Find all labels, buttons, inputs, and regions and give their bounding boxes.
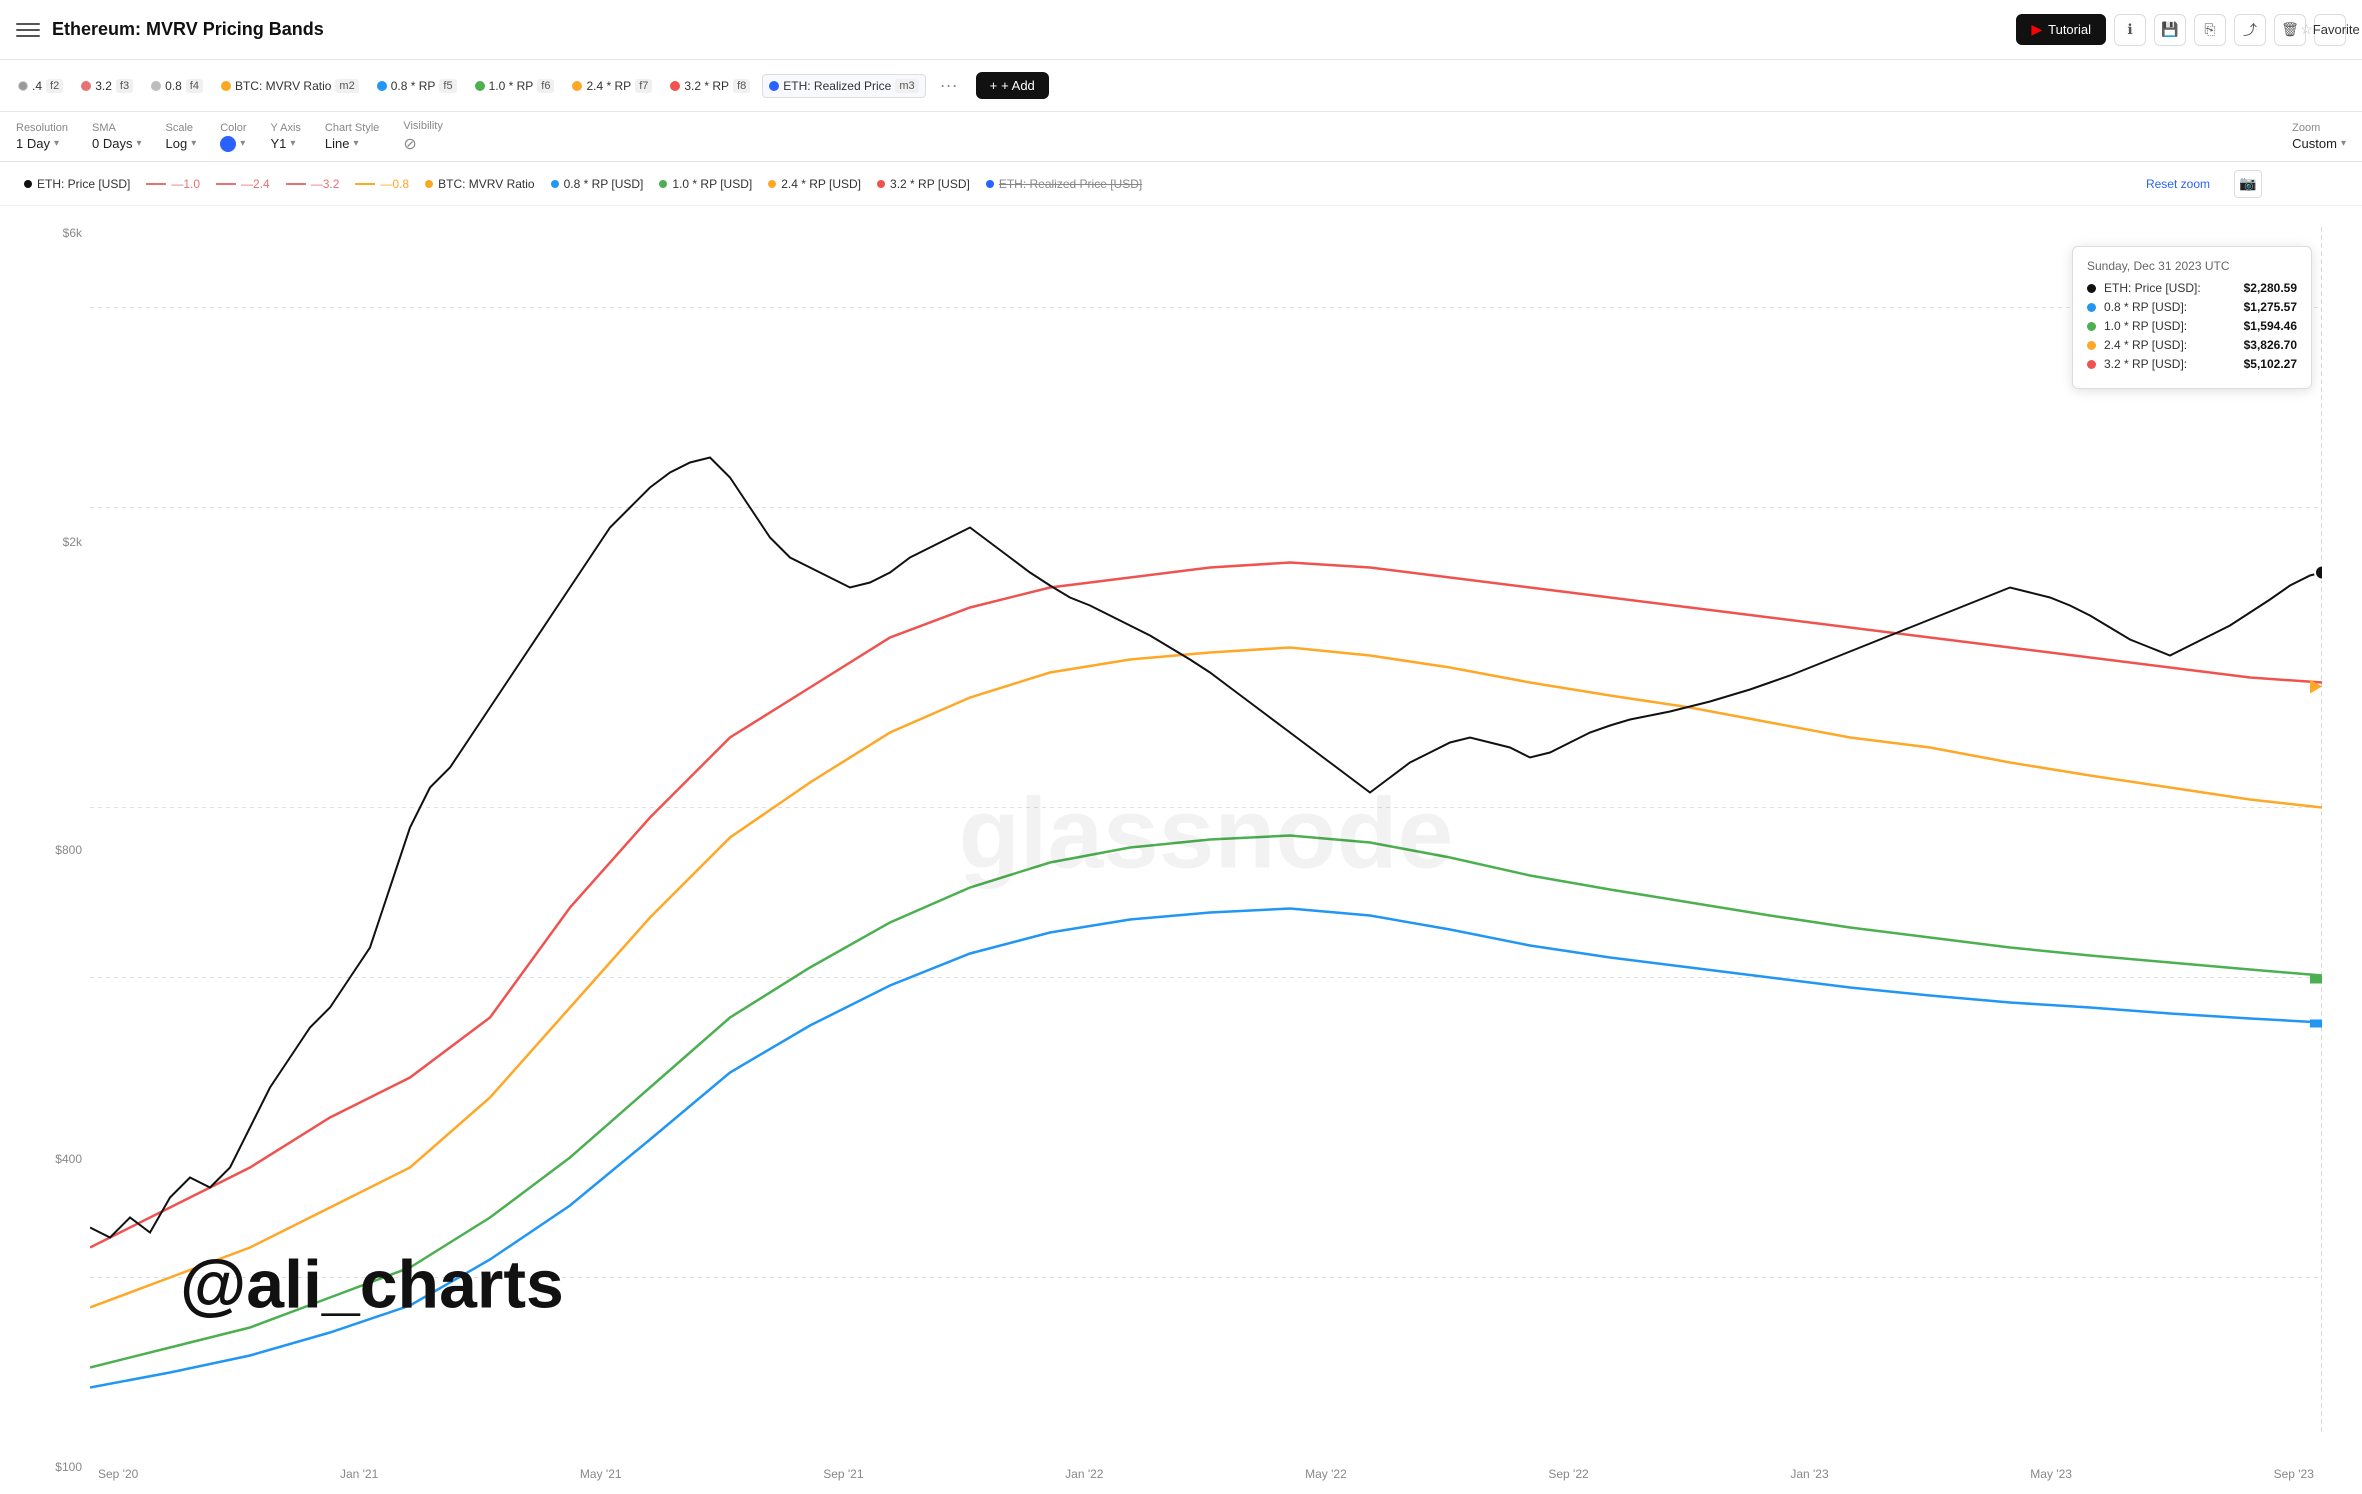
info-button[interactable]: ℹ: [2114, 14, 2146, 46]
legend-dash: [355, 183, 375, 185]
series-dot: [377, 81, 387, 91]
chart-area[interactable]: $6k $2k $800 $400 $100 glassnode @ali_ch…: [0, 206, 2362, 1494]
resolution-control[interactable]: Resolution 1 Day ▾: [16, 122, 68, 151]
legend-dot: [24, 180, 32, 188]
tooltip-dot: [2087, 341, 2096, 350]
legend-32rp: 3.2 * RP [USD]: [877, 177, 970, 191]
tooltip-dot: [2087, 284, 2096, 293]
camera-icon: 📷: [2239, 175, 2256, 192]
save-button[interactable]: 💾: [2154, 14, 2186, 46]
series-dot: [151, 81, 161, 91]
series-item[interactable]: 0.8 f4: [145, 75, 209, 97]
youtube-icon: ▶: [2031, 21, 2042, 38]
series-dot: [221, 81, 231, 91]
legend-dot: [659, 180, 667, 188]
legend-dot: [986, 180, 994, 188]
y-axis-control[interactable]: Y Axis Y1 ▾: [271, 122, 301, 151]
legend-08rp: 0.8 * RP [USD]: [551, 177, 644, 191]
legend-dot: [768, 180, 776, 188]
screenshot-button[interactable]: 📷: [2234, 170, 2262, 198]
color-control[interactable]: Color ▾: [220, 122, 246, 152]
chart-style-control[interactable]: Chart Style Line ▾: [325, 122, 379, 151]
color-swatch[interactable]: [220, 136, 236, 152]
series-dot: [18, 81, 28, 91]
legend-2: —2.4: [216, 177, 270, 191]
series-dot: [769, 81, 779, 91]
legend-10rp: 1.0 * RP [USD]: [659, 177, 752, 191]
legend-eth-price: ETH: Price [USD]: [24, 177, 130, 191]
legend-dot: [425, 180, 433, 188]
series-item[interactable]: 3.2 f3: [75, 75, 139, 97]
favorite-button[interactable]: ☆ Favorite: [2314, 14, 2346, 46]
star-icon: ☆: [2300, 21, 2313, 38]
series-item[interactable]: .4 f2: [12, 75, 69, 97]
copy-icon: ⎘: [2204, 21, 2215, 38]
series-dot: [670, 81, 680, 91]
tooltip-row: 3.2 * RP [USD]: $5,102.27: [2087, 357, 2297, 371]
menu-icon[interactable]: [16, 18, 40, 42]
tutorial-button[interactable]: ▶ Tutorial: [2016, 14, 2106, 45]
share-icon: ⤴: [2243, 20, 2257, 40]
svg-text:@ali_charts: @ali_charts: [180, 1247, 564, 1323]
visibility-icon[interactable]: ⊘: [403, 134, 416, 154]
legend-dot: [877, 180, 885, 188]
svg-text:glassnode: glassnode: [959, 778, 1454, 890]
top-actions: ▶ Tutorial ℹ 💾 ⎘ ⤴ 🗑 ☆ Favorite: [2016, 14, 2346, 46]
tooltip-title: Sunday, Dec 31 2023 UTC: [2087, 259, 2297, 273]
scale-control[interactable]: Scale Log ▾: [165, 122, 196, 151]
tooltip-dot: [2087, 322, 2096, 331]
tooltip-row: 1.0 * RP [USD]: $1,594.46: [2087, 319, 2297, 333]
x-axis: Sep '20 Jan '21 May '21 Sep '21 Jan '22 …: [90, 1454, 2322, 1494]
legend-1: —1.0: [146, 177, 200, 191]
legend-4: —0.8: [355, 177, 409, 191]
legend-dot: [551, 180, 559, 188]
tooltip-row: 2.4 * RP [USD]: $3,826.70: [2087, 338, 2297, 352]
info-icon: ℹ: [2127, 21, 2132, 38]
series-dot: [81, 81, 91, 91]
legend-dash: [286, 183, 306, 185]
legend-3: —3.2: [286, 177, 340, 191]
top-bar: Ethereum: MVRV Pricing Bands ▶ Tutorial …: [0, 0, 2362, 60]
series-dot: [475, 81, 485, 91]
series-item[interactable]: BTC: MVRV Ratio m2: [215, 75, 365, 97]
tooltip: Sunday, Dec 31 2023 UTC ETH: Price [USD]…: [2072, 246, 2312, 389]
series-item[interactable]: ETH: Realized Price m3: [762, 74, 925, 98]
zoom-control[interactable]: Zoom Custom ▾: [2292, 122, 2346, 151]
tooltip-row: ETH: Price [USD]: $2,280.59: [2087, 281, 2297, 295]
series-item[interactable]: 2.4 * RP f7: [566, 75, 658, 97]
add-series-button[interactable]: + + Add: [976, 72, 1049, 99]
series-item[interactable]: 3.2 * RP f8: [664, 75, 756, 97]
legend-dash: [216, 183, 236, 185]
page-title: Ethereum: MVRV Pricing Bands: [52, 19, 2004, 40]
tooltip-dot: [2087, 303, 2096, 312]
series-item[interactable]: 1.0 * RP f6: [469, 75, 561, 97]
share-button[interactable]: ⤴: [2234, 14, 2266, 46]
y-axis: $6k $2k $800 $400 $100: [0, 206, 90, 1494]
legend-dash: [146, 183, 166, 185]
legend-row: ETH: Price [USD] —1.0 —2.4 —3.2 —0.8 BTC…: [0, 162, 2362, 206]
reset-zoom-button[interactable]: Reset zoom: [2146, 177, 2210, 191]
series-item[interactable]: 0.8 * RP f5: [371, 75, 463, 97]
delete-icon: 🗑: [2281, 21, 2299, 38]
copy-button[interactable]: ⎘: [2194, 14, 2226, 46]
series-row: .4 f2 3.2 f3 0.8 f4 BTC: MVRV Ratio m2 0…: [0, 60, 2362, 112]
legend-eth-realized: ETH: Realized Price [USD]: [986, 177, 1142, 191]
sma-control[interactable]: SMA 0 Days ▾: [92, 122, 142, 151]
chart-svg: glassnode @ali_charts: [90, 206, 2322, 1454]
series-dot: [572, 81, 582, 91]
save-icon: 💾: [2161, 21, 2178, 38]
more-series-button[interactable]: ···: [932, 71, 966, 100]
visibility-control[interactable]: Visibility ⊘: [403, 120, 443, 154]
legend-btc: BTC: MVRV Ratio: [425, 177, 534, 191]
tooltip-row: 0.8 * RP [USD]: $1,275.57: [2087, 300, 2297, 314]
tooltip-dot: [2087, 360, 2096, 369]
legend-24rp: 2.4 * RP [USD]: [768, 177, 861, 191]
controls-row: Resolution 1 Day ▾ SMA 0 Days ▾ Scale Lo…: [0, 112, 2362, 162]
